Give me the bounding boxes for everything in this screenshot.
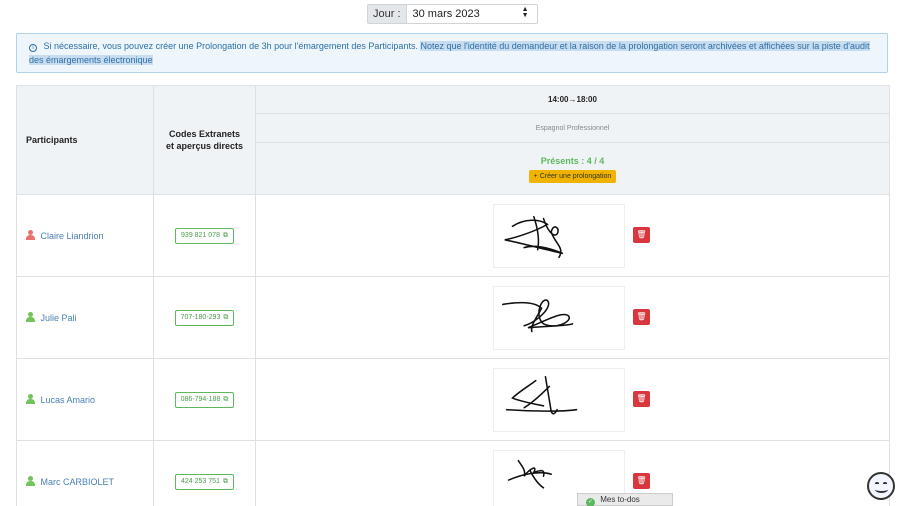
- code-cell: 424 253 751 ⧉: [153, 440, 256, 506]
- table-row: Julie Pali 707-180-293 ⧉ 🗑: [16, 276, 890, 359]
- codes-header-line2: et aperçus directs: [165, 141, 244, 151]
- codes-header-line1: Codes Extranets: [168, 129, 241, 139]
- code-cell: 939 821 078 ⧉: [153, 194, 256, 277]
- participant-cell: Marc CARBIOLET: [16, 440, 154, 506]
- trash-icon[interactable]: 🗑: [633, 309, 650, 325]
- external-link-icon: ⧉: [223, 313, 229, 321]
- extranet-code-text: 939 821 078: [181, 231, 220, 239]
- extranet-code-text: 424 253 751: [181, 477, 220, 485]
- todos-widget[interactable]: ✓ Mes to-dos: [577, 493, 673, 506]
- extranet-code-button[interactable]: 707-180-293 ⧉: [174, 309, 235, 326]
- select-arrows-icon: ▲ ▼: [521, 6, 529, 19]
- person-icon: [26, 394, 35, 404]
- check-icon: ✓: [586, 498, 595, 506]
- external-link-icon: ⧉: [223, 395, 229, 403]
- todos-label: Mes to-dos: [600, 495, 640, 504]
- external-link-icon: ⧉: [222, 477, 228, 485]
- extranet-code-button[interactable]: 939 821 078 ⧉: [175, 227, 234, 244]
- presents-count: Présents : 4 / 4: [540, 156, 605, 166]
- participant-cell: Claire Liandrion: [16, 194, 154, 277]
- participant-name-link[interactable]: Marc CARBIOLET: [41, 477, 115, 487]
- table-row: Claire Liandrion 939 821 078 ⧉ 🗑: [16, 194, 890, 277]
- smiley-eye: [875, 482, 879, 485]
- codes-header: Codes Extranets et aperçus directs: [153, 85, 256, 195]
- participant-name-link[interactable]: Julie Pali: [41, 313, 77, 323]
- presence-cell: Présents : 4 / 4 + Créer une prolongatio…: [255, 142, 890, 195]
- signature-image: [493, 286, 625, 350]
- person-icon: [26, 312, 35, 322]
- table-row: Marc CARBIOLET 424 253 751 ⧉ 🗑: [16, 440, 890, 506]
- code-cell: 086-794-188 ⧉: [153, 358, 256, 441]
- info-text: Si nécessaire, vous pouvez créer une Pro…: [43, 41, 418, 51]
- signature-cell: 🗑: [255, 440, 890, 506]
- participant-name-link[interactable]: Lucas Amario: [41, 395, 96, 405]
- participant-cell: Julie Pali: [16, 276, 154, 359]
- participant-cell: Lucas Amario: [16, 358, 154, 441]
- code-cell: 707-180-293 ⧉: [153, 276, 256, 359]
- person-icon: [26, 476, 35, 486]
- session-time-header: 14:00→18:00: [255, 85, 890, 114]
- participants-header: Participants: [16, 85, 154, 195]
- extranet-code-text: 086-794-188: [180, 395, 221, 403]
- attendance-table: Participants Codes Extranets et aperçus …: [16, 85, 890, 506]
- signature-image: [493, 204, 625, 268]
- extranet-code-text: 707-180-293: [180, 313, 221, 321]
- trash-icon[interactable]: 🗑: [633, 227, 650, 243]
- trash-icon[interactable]: 🗑: [633, 473, 650, 489]
- course-name: Espagnol Professionnel: [255, 113, 890, 143]
- signature-cell: 🗑: [255, 276, 890, 359]
- trash-icon[interactable]: 🗑: [633, 391, 650, 407]
- person-icon: [26, 230, 35, 240]
- table-row: Lucas Amario 086-794-188 ⧉ 🗑: [16, 358, 890, 441]
- smiley-mouth: [875, 486, 888, 493]
- extranet-code-button[interactable]: 424 253 751 ⧉: [175, 473, 234, 490]
- participant-name-link[interactable]: Claire Liandrion: [41, 231, 104, 241]
- info-alert: i Si nécessaire, vous pouvez créer une P…: [16, 33, 888, 73]
- external-link-icon: ⧉: [222, 231, 228, 239]
- signature-cell: 🗑: [255, 194, 890, 277]
- smiley-icon[interactable]: [867, 472, 895, 500]
- signature-cell: 🗑: [255, 358, 890, 441]
- day-label: Jour :: [367, 4, 406, 24]
- day-select-value[interactable]: 30 mars 2023 ▲ ▼: [405, 4, 538, 24]
- day-value-text: 30 mars 2023: [412, 8, 480, 20]
- create-prolongation-button[interactable]: + Créer une prolongation: [528, 170, 617, 183]
- info-icon: i: [29, 44, 37, 52]
- extranet-code-button[interactable]: 086-794-188 ⧉: [174, 391, 235, 408]
- smiley-eye: [883, 482, 887, 485]
- signature-image: [493, 368, 625, 432]
- day-selector[interactable]: Jour : 30 mars 2023 ▲ ▼: [367, 4, 538, 24]
